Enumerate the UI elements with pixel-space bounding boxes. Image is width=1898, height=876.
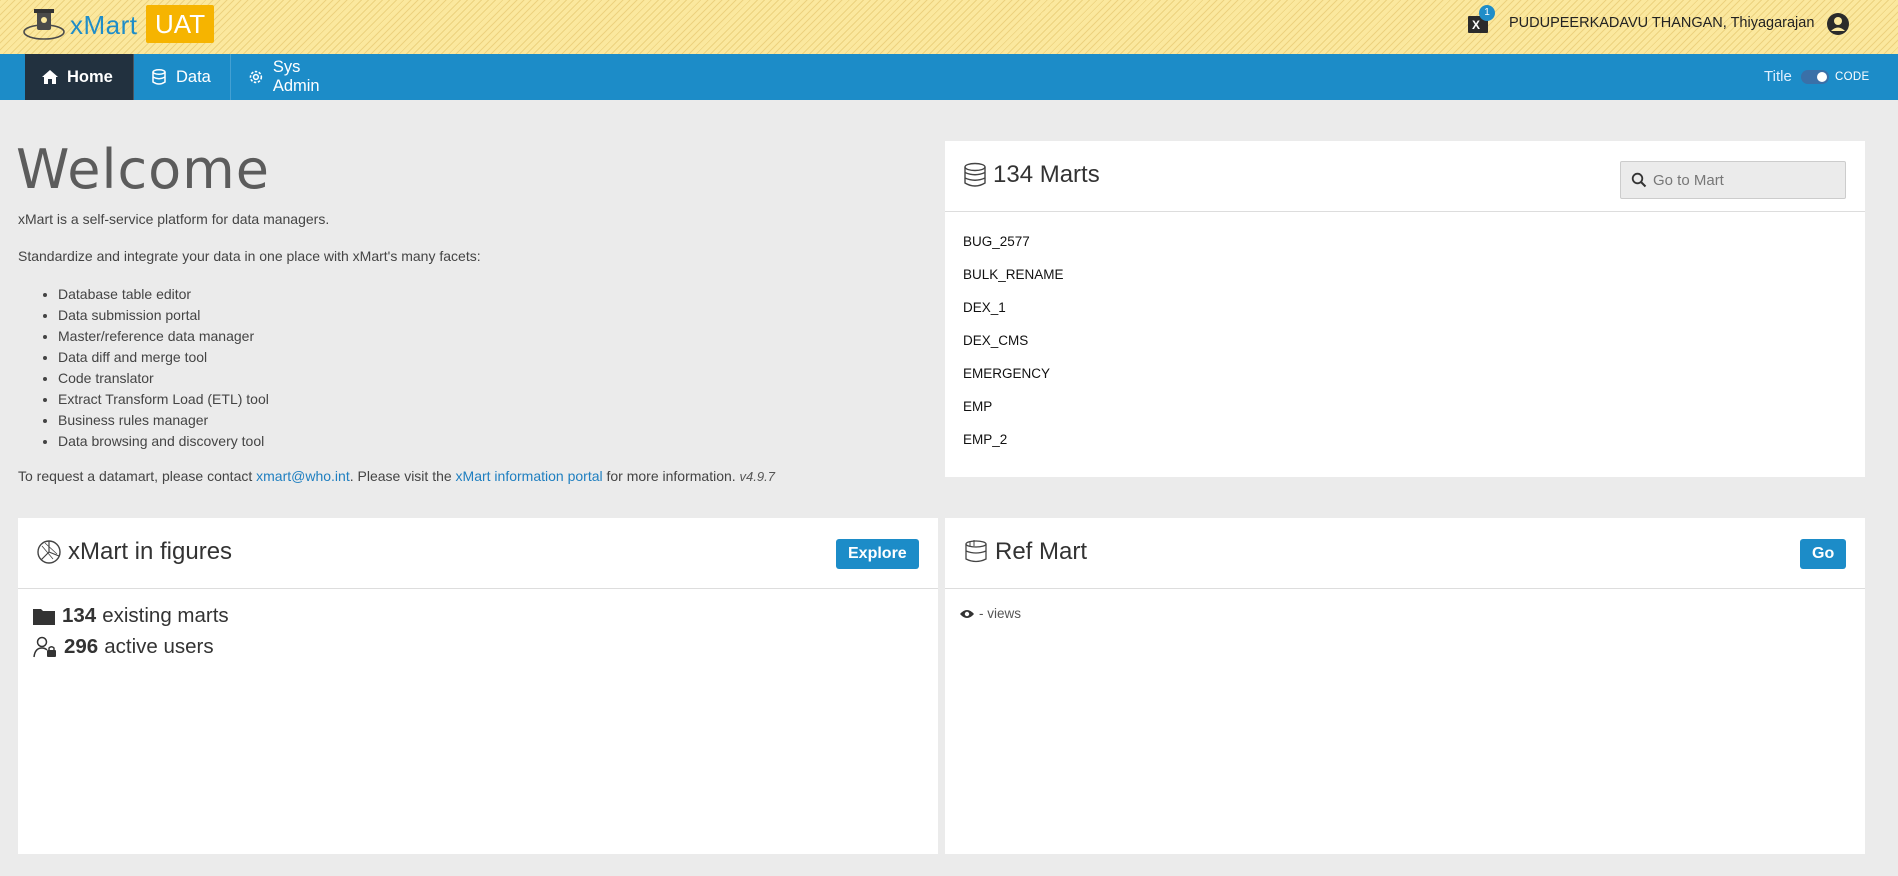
mart-list-item[interactable]: BULK_RENAME [963,266,1064,299]
search-input-placeholder: Go to Mart [1653,171,1724,189]
search-icon [1631,172,1647,188]
contact-email-link[interactable]: xmart@who.int [256,468,350,484]
svg-text:X: X [1472,18,1480,32]
mart-list: BUG_2577 BULK_RENAME DEX_1 DEX_CMS EMERG… [963,233,1064,464]
figures-title: xMart in figures [68,538,233,565]
contact-prefix: To request a datamart, please contact [18,468,257,484]
marts-card-title: 134 Marts [963,161,1100,189]
ref-mart-card: Ref Mart Go - views [945,518,1865,854]
marts-card: 134 Marts Go to Mart BUG_2577 BULK_RENAM… [945,141,1865,477]
nav-item-label: Data [176,67,211,86]
user-lock-icon [33,636,56,658]
facets-intro: Standardize and integrate your data in o… [18,248,481,264]
ref-mart-card-header: Ref Mart Go [945,518,1865,589]
explore-button[interactable]: Explore [836,539,919,569]
list-item: Data diff and merge tool [58,347,269,368]
page-title: Welcome [16,138,271,201]
home-icon [42,70,58,84]
mart-list-item[interactable]: EMP [963,398,1064,431]
contact-mid: . Please visit the [349,468,456,484]
list-item: Code translator [58,368,269,389]
ref-mart-card-title: Ref Mart [963,538,1087,566]
logo-text: xMart [70,9,138,40]
main-navbar: Home Data Sys Admin [0,54,1898,100]
top-header: xMart UAT X 1 PUDUPEERKADAVU THANGAN, Th… [0,0,1898,54]
marts-label: existing marts [102,604,229,627]
eye-icon [960,609,974,618]
marts-card-header: 134 Marts Go to Mart [945,141,1865,212]
nav-item-data[interactable]: Data [134,54,231,100]
welcome-intro: xMart is a self-service platform for dat… [18,211,330,227]
user-avatar-icon[interactable] [1826,12,1850,36]
active-users-stat: 296 active users [32,635,214,659]
mart-list-item[interactable]: DEX_1 [963,299,1064,332]
go-button[interactable]: Go [1800,539,1847,569]
mart-list-item[interactable]: BUG_2577 [963,233,1064,266]
mart-list-item[interactable]: EMERGENCY [963,365,1064,398]
version-label: v4.9.7 [739,469,775,484]
toggle-title-label: Title [1764,68,1792,85]
xmart-logo-icon [23,9,65,40]
notification-count-badge: 1 [1479,5,1495,21]
figures-card: xMart in figures Explore 134 existing ma… [18,518,938,854]
mart-list-item[interactable]: DEX_CMS [963,332,1064,365]
toggle-knob [1817,72,1827,82]
title-code-toggle[interactable] [1801,70,1829,84]
gear-icon [249,70,263,84]
facets-list: Database table editor Data submission po… [58,284,269,452]
toggle-code-label: CODE [1835,71,1870,83]
marts-count-title: 134 Marts [993,161,1100,188]
marts-count: 134 [62,604,97,627]
figures-card-header: xMart in figures Explore [18,518,938,589]
nav-item-label: Sys Admin [272,58,320,95]
list-item: Master/reference data manager [58,326,269,347]
mart-list-item[interactable]: EMP_2 [963,431,1064,464]
list-item: Business rules manager [58,410,269,431]
list-item: Extract Transform Load (ETL) tool [58,389,269,410]
app-logo[interactable]: xMart [22,6,138,44]
user-name[interactable]: PUDUPEERKADAVU THANGAN, Thiyagarajan [1509,15,1814,31]
database-icon [964,162,986,187]
list-item: Data submission portal [58,305,269,326]
list-item: Database table editor [58,284,269,305]
contact-text: To request a datamart, please contact xm… [18,468,775,484]
users-label: active users [104,635,214,658]
contact-suffix: for more information. [602,468,740,484]
database-icon [152,69,166,85]
nav-item-home[interactable]: Home [25,54,134,100]
list-item: Data browsing and discovery tool [58,431,269,452]
existing-marts-stat: 134 existing marts [32,604,229,628]
views-text: - views [979,606,1022,621]
nav-item-label: Home [67,67,113,86]
figures-card-title: xMart in figures [36,538,232,566]
views-info: - views [959,606,1021,621]
users-count: 296 [64,635,99,658]
ref-mart-title: Ref Mart [995,538,1088,565]
go-to-mart-search[interactable]: Go to Mart [1620,161,1846,199]
environment-badge: UAT [146,5,215,43]
folder-icon [33,609,55,625]
database-stack-icon [965,540,987,563]
nav-item-sys-admin[interactable]: Sys Admin [231,54,366,100]
pie-chart-icon [37,540,61,564]
info-portal-link[interactable]: xMart information portal [456,468,603,484]
